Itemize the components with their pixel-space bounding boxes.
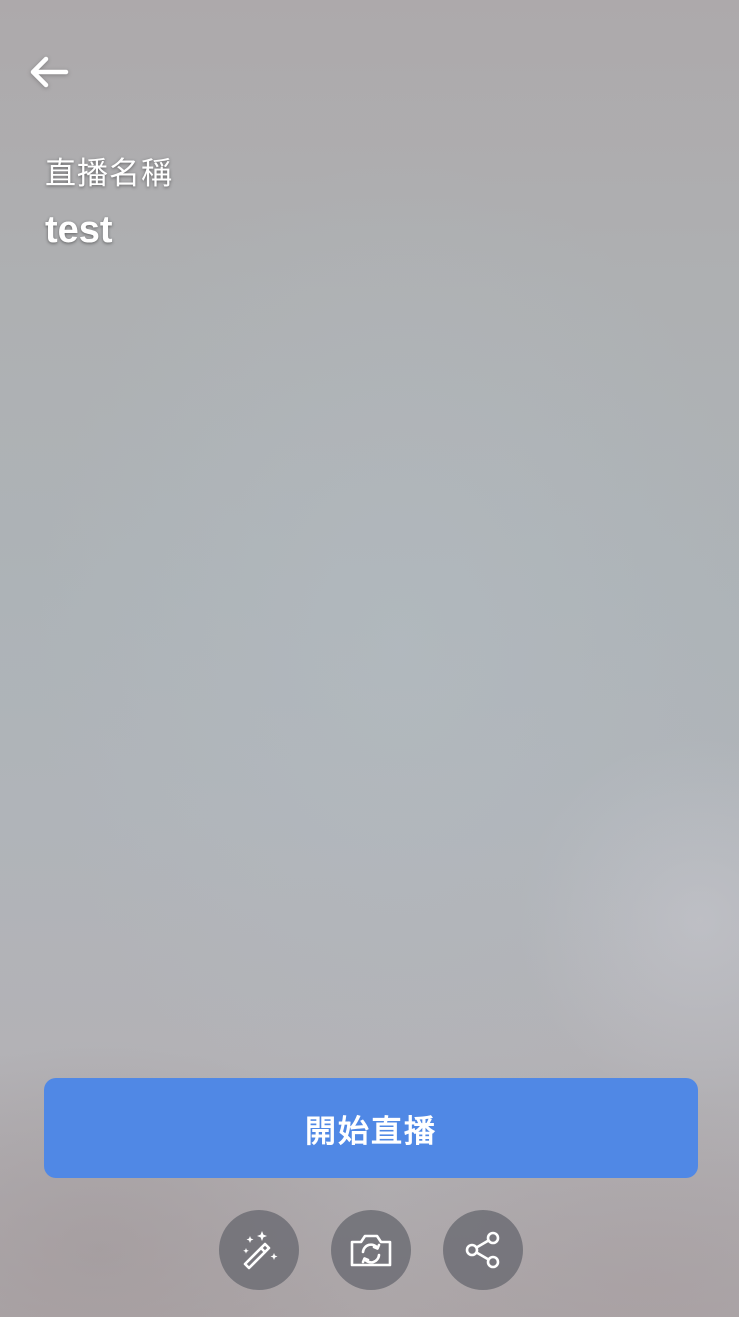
flip-camera-button[interactable] [331, 1210, 411, 1290]
arrow-left-icon [30, 56, 69, 88]
share-icon [465, 1231, 500, 1269]
camera-flip-icon [350, 1234, 392, 1267]
magic-wand-icon [243, 1231, 278, 1270]
back-button[interactable] [22, 48, 74, 96]
stream-name-value[interactable]: test [45, 209, 113, 252]
beauty-filter-button[interactable] [219, 1210, 299, 1290]
share-button[interactable] [443, 1210, 523, 1290]
start-live-button[interactable]: 開始直播 [44, 1078, 698, 1178]
stream-name-label: 直播名稱 [45, 156, 173, 192]
